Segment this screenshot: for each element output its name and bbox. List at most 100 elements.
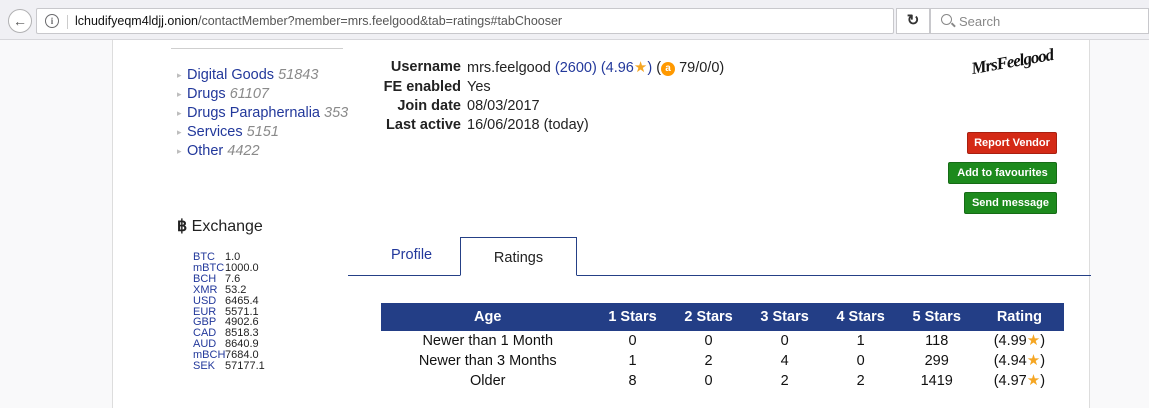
table-row: Newer than 3 Months 1 2 4 0 299 (4.94★): [381, 351, 1064, 371]
rate-row: SEK 57177.1: [193, 361, 265, 372]
category-count: 51843: [278, 67, 319, 83]
last-active-value: 16/06/2018 (today): [467, 117, 589, 133]
column-header: 1 Stars: [594, 303, 671, 331]
rating-close: ): [1040, 353, 1046, 369]
username-row: Username mrs.feelgood (2600) (4.96★) (a …: [371, 58, 724, 78]
category-list: Digital Goods 51843 Drugs 61107 Drugs Pa…: [177, 66, 352, 161]
last-active-label: Last active: [386, 117, 461, 133]
star-icon: ★: [1026, 332, 1041, 349]
stars-cell: 299: [924, 352, 949, 369]
category-item-drugs[interactable]: Drugs 61107: [177, 85, 352, 104]
reload-button[interactable]: ↻: [896, 8, 930, 34]
category-name: Services: [187, 124, 243, 140]
rate-currency[interactable]: USD: [193, 295, 225, 307]
search-placeholder: Search: [959, 14, 1001, 29]
stars-cell: 0: [704, 372, 713, 389]
rate-currency[interactable]: SEK: [193, 361, 225, 372]
report-vendor-button[interactable]: Report Vendor: [967, 132, 1057, 154]
address-bar[interactable]: i lchudifyeqm4ldjj.onion/contactMember?m…: [36, 8, 894, 34]
reload-icon: ↻: [906, 12, 920, 29]
fe-value: Yes: [467, 79, 491, 95]
rate-currency[interactable]: XMR: [193, 284, 225, 296]
join-date-label: Join date: [397, 98, 461, 114]
table-row: Newer than 1 Month 0 0 0 1 118 (4.99★): [381, 331, 1064, 351]
column-header: Rating: [974, 303, 1064, 331]
fe-label: FE enabled: [383, 79, 461, 95]
username-value: mrs.feelgood (2600) (4.96★) (a 79/0/0): [467, 58, 724, 78]
rating-value: (4.94: [993, 353, 1027, 369]
category-item-services[interactable]: Services 5151: [177, 123, 352, 142]
category-count: 353: [324, 105, 349, 121]
table-header-row: Age 1 Stars 2 Stars 3 Stars 4 Stars 5 St…: [381, 303, 1064, 331]
tab-profile[interactable]: Profile: [391, 247, 432, 263]
category-count: 61107: [229, 86, 269, 102]
rating-close: ): [1040, 333, 1046, 349]
category-name: Drugs Paraphernalia: [187, 105, 320, 121]
exchange-title: Exchange: [191, 218, 263, 235]
bitcoin-icon: ฿: [177, 218, 188, 235]
column-header: Age: [381, 303, 595, 331]
send-message-button[interactable]: Send message: [964, 192, 1057, 214]
category-item-digital-goods[interactable]: Digital Goods 51843: [177, 66, 352, 85]
fe-row: FE enabled Yes: [371, 78, 724, 97]
join-date-value: 08/03/2017: [467, 98, 540, 114]
stars-cell: 0: [856, 352, 865, 369]
vendor-info: Username mrs.feelgood (2600) (4.96★) (a …: [371, 58, 725, 135]
age-cell: Newer than 3 Months: [418, 352, 557, 369]
last-active-row: Last active 16/06/2018 (today): [371, 116, 724, 135]
address-separator: [67, 15, 68, 29]
amazon-icon: a: [661, 62, 676, 76]
column-header: 2 Stars: [670, 303, 747, 331]
rate-value: 57177.1: [225, 360, 265, 373]
rating-value: (4.99: [993, 333, 1027, 349]
vendor-signature-logo: MrsFeelgood: [969, 44, 1055, 79]
exchange-heading: ฿ Exchange: [177, 216, 263, 236]
star-icon: ★: [1026, 372, 1041, 389]
rate-value: 53.2: [225, 283, 247, 296]
stars-cell: 118: [925, 332, 949, 349]
url-host: lchudifyeqm4ldjj.onion: [75, 14, 198, 28]
rating-cell: (4.97★): [975, 371, 1064, 391]
stars-cell: 0: [628, 332, 637, 349]
info-icon[interactable]: i: [45, 14, 59, 28]
category-name: Drugs: [187, 86, 226, 102]
category-item-drugs-paraphernalia[interactable]: Drugs Paraphernalia 353: [177, 104, 352, 123]
rate-row: USD 6465.4: [193, 294, 265, 307]
category-item-other[interactable]: Other 4422: [177, 142, 352, 161]
star-icon: ★: [1026, 352, 1041, 369]
stars-cell: 1419: [920, 372, 953, 389]
back-button[interactable]: ←: [8, 9, 32, 33]
tab-ratings[interactable]: Ratings: [460, 237, 577, 276]
exchange-rates: BTC 1.0 mBTC 1000.0 BCH 7.6 XMR 53.2 USD 6465…: [193, 252, 265, 372]
rate-value: 6465.4: [225, 294, 259, 307]
stars-cell: 2: [856, 372, 865, 389]
rating-cell: (4.94★): [975, 351, 1064, 371]
stars-cell: 4: [780, 352, 789, 369]
category-name: Other: [187, 143, 224, 159]
back-arrow-icon: ←: [13, 13, 27, 29]
rate-row: XMR 53.2: [193, 283, 265, 296]
stars-cell: 1: [856, 332, 865, 349]
rating-summary[interactable]: (4.96★): [601, 59, 653, 76]
age-cell: Older: [470, 372, 506, 389]
column-header: 4 Stars: [822, 303, 899, 331]
rating-close: ): [1040, 373, 1046, 389]
username-label: Username: [390, 59, 461, 75]
sidebar-divider: [171, 48, 343, 49]
stars-cell: 1: [628, 352, 637, 369]
add-to-favourites-button[interactable]: Add to favourites: [948, 162, 1057, 184]
browser-search-input[interactable]: Search: [930, 8, 1149, 34]
table-row: Older 8 0 2 2 1419 (4.97★): [381, 371, 1064, 391]
stars-cell: 0: [780, 332, 789, 349]
stars-cell: 0: [704, 332, 713, 349]
url-text[interactable]: lchudifyeqm4ldjj.onion/contactMember?mem…: [75, 14, 562, 28]
amazon-stats: (a 79/0/0): [656, 60, 724, 76]
ratings-table: Age 1 Stars 2 Stars 3 Stars 4 Stars 5 St…: [381, 303, 1064, 391]
rating-count-link[interactable]: (2600): [555, 60, 597, 76]
username: mrs.feelgood: [467, 60, 551, 76]
url-path: /contactMember?member=mrs.feelgood&tab=r…: [198, 14, 563, 28]
page-content: Digital Goods 51843 Drugs 61107 Drugs Pa…: [112, 40, 1091, 408]
browser-toolbar: ← i lchudifyeqm4ldjj.onion/contactMember…: [0, 0, 1149, 40]
rating-close: ): [647, 60, 653, 76]
category-name: Digital Goods: [187, 67, 275, 83]
